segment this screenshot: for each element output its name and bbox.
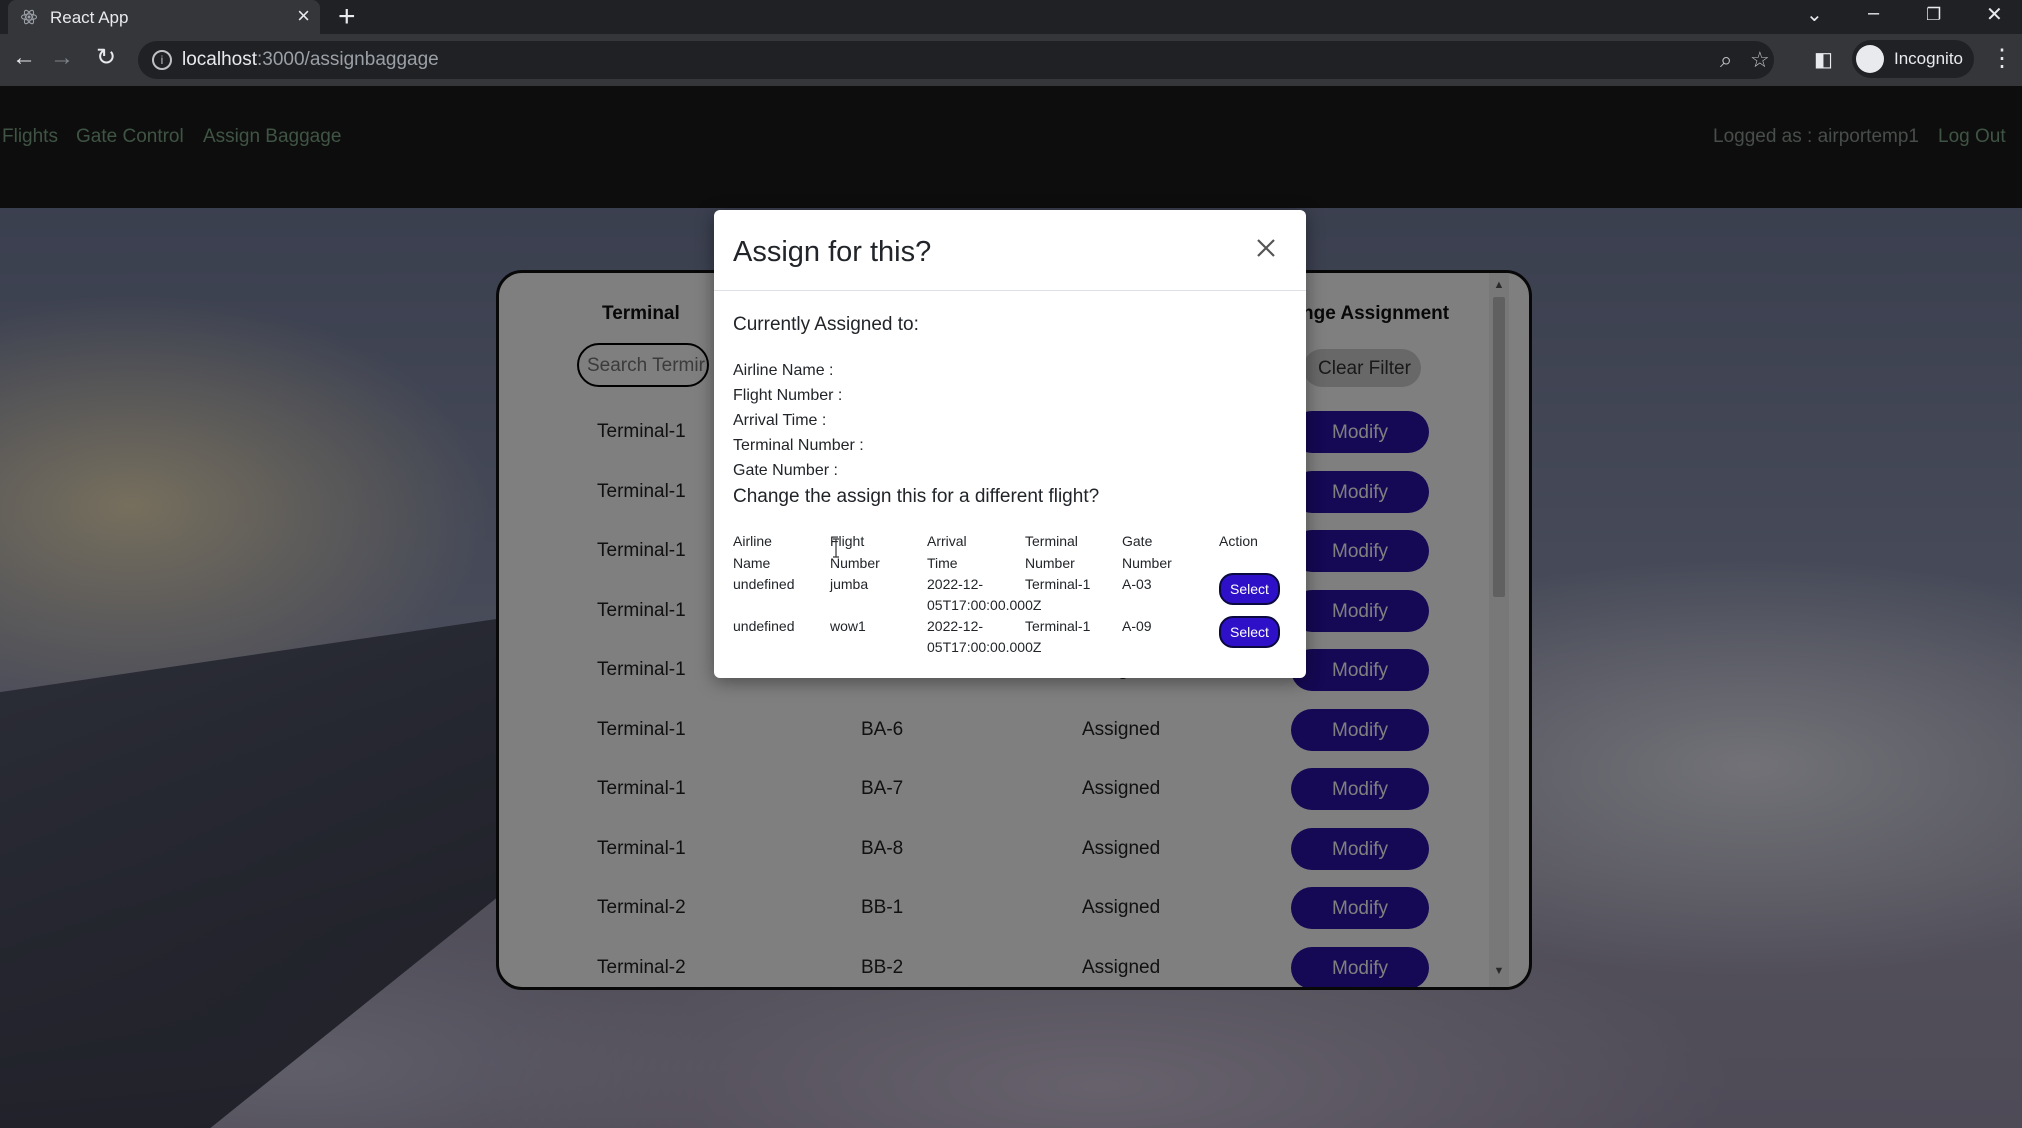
assign-modal: Assign for this? Currently Assigned to: … [714, 210, 1306, 678]
terminal-number-label: Terminal Number : [733, 437, 864, 454]
tab-title: React App [50, 8, 129, 27]
new-tab-icon[interactable]: + [338, 2, 356, 32]
bookmark-star-icon[interactable]: ☆ [1750, 47, 1770, 73]
select-label: Select [1230, 624, 1269, 640]
flight-gate: A-09 [1122, 618, 1152, 634]
flight-number: wow1 [830, 618, 866, 634]
address-bar[interactable]: i localhost:3000/assignbaggage ⌕ ☆ [138, 41, 1774, 79]
select-button[interactable]: Select [1219, 573, 1280, 605]
site-info-icon[interactable]: i [152, 50, 172, 70]
flight-number: jumba [830, 576, 869, 592]
zoom-icon[interactable]: ⌕ [1720, 47, 1732, 73]
tab-search-icon[interactable]: ⌄ [1806, 2, 1823, 27]
airline-name-label: Airline Name : [733, 362, 834, 379]
incognito-badge[interactable]: Incognito [1852, 40, 1974, 78]
select-button[interactable]: Select [1219, 616, 1280, 648]
header-arrival-time: Arrival Time [927, 533, 967, 571]
flight-airline: undefined [733, 618, 795, 634]
browser-tab[interactable]: React App × [8, 0, 320, 34]
select-label: Select [1230, 581, 1269, 597]
arrival-time-label: Arrival Time : [733, 412, 827, 429]
browser-toolbar: ← → ↻ i localhost:3000/assignbaggage ⌕ ☆… [0, 34, 2022, 86]
incognito-icon [1856, 45, 1884, 73]
react-logo-icon [20, 9, 38, 25]
browser-menu-icon[interactable]: ⋮ [1990, 44, 2014, 73]
flight-gate: A-03 [1122, 576, 1152, 592]
back-icon[interactable]: ← [12, 45, 36, 71]
browser-tab-bar: React App × + ⌄ – ❐ ✕ [0, 0, 2022, 34]
close-tab-icon[interactable]: × [297, 5, 310, 27]
flight-terminal: Terminal-1 [1025, 576, 1091, 592]
header-action: Action [1219, 533, 1258, 549]
url-text: localhost:3000/assignbaggage [182, 49, 439, 70]
reload-icon[interactable]: ↻ [96, 45, 116, 71]
flight-number-label: Flight Number : [733, 387, 843, 404]
close-icon[interactable] [1250, 232, 1282, 264]
close-window-icon[interactable]: ✕ [1986, 2, 2003, 27]
flight-airline: undefined [733, 576, 795, 592]
change-prompt: Change the assign this for a different f… [733, 486, 1100, 507]
currently-assigned-label: Currently Assigned to: [733, 314, 919, 335]
header-airline-name: Airline Name [733, 533, 772, 571]
header-terminal-number: Terminal Number [1025, 533, 1078, 571]
gate-number-label: Gate Number : [733, 462, 838, 479]
incognito-label: Incognito [1894, 49, 1963, 68]
page: Flights Gate Control Assign Baggage Logg… [0, 86, 2022, 1128]
flight-terminal: Terminal-1 [1025, 618, 1091, 634]
restore-icon[interactable]: ❐ [1926, 5, 1941, 25]
text-cursor-icon [833, 538, 839, 558]
modal-header: Assign for this? [714, 210, 1306, 291]
side-panel-icon[interactable]: ◧ [1814, 47, 1833, 73]
minimize-icon[interactable]: – [1868, 2, 1879, 25]
forward-icon[interactable]: → [50, 45, 74, 71]
modal-title: Assign for this? [733, 236, 932, 268]
header-gate-number: Gate Number [1122, 533, 1172, 571]
